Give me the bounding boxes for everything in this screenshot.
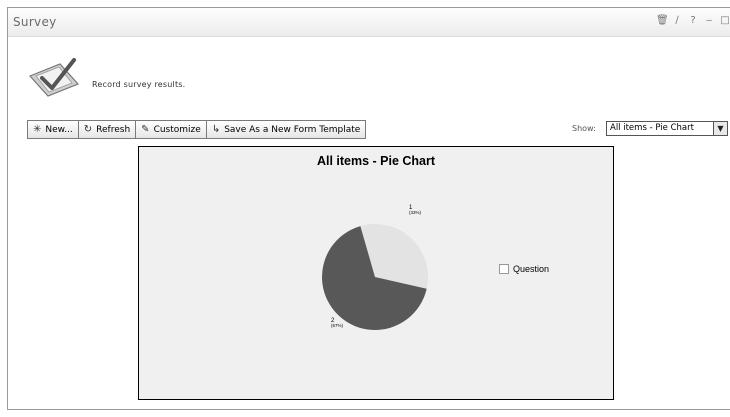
web-part-title: Survey	[13, 15, 57, 29]
delete-icon[interactable]: 🗑	[656, 15, 669, 26]
customize-button[interactable]: ✎ Customize	[136, 121, 207, 138]
chevron-down-icon[interactable]: ▼	[713, 122, 727, 135]
survey-web-part: Survey 🗑 ∕ ? ‒ □ Record survey results. …	[7, 7, 730, 410]
legend-swatch-question	[499, 264, 509, 274]
view-select-value: All items - Pie Chart	[610, 123, 694, 133]
save-template-button[interactable]: ↳ Save As a New Form Template	[206, 121, 366, 138]
title-bar-controls: 🗑 ∕ ? ‒ □	[656, 15, 730, 26]
web-part-title-bar: Survey 🗑 ∕ ? ‒ □	[8, 8, 730, 37]
legend-label-question: Question	[513, 264, 550, 274]
minimize-icon[interactable]: ‒	[704, 15, 714, 26]
edit-icon[interactable]: ∕	[672, 15, 682, 26]
save-template-icon: ↳	[211, 123, 221, 135]
list-toolbar: ✳ New... ↻ Refresh ✎ Customize ↳ Save As…	[27, 120, 367, 139]
survey-checkmark-icon	[26, 56, 84, 102]
pencil-icon: ✎	[141, 123, 150, 135]
new-button-label: New...	[45, 124, 73, 135]
intro-description: Record survey results.	[92, 80, 186, 89]
help-icon[interactable]: ?	[688, 15, 698, 26]
maximize-icon[interactable]: □	[720, 15, 730, 26]
pie-percent-2: (67%)	[331, 323, 344, 328]
refresh-button[interactable]: ↻ Refresh	[78, 121, 137, 138]
view-select[interactable]: All items - Pie Chart ▼	[606, 121, 728, 136]
pie-percent-1: (33%)	[409, 210, 422, 215]
refresh-icon: ↻	[83, 123, 93, 135]
new-star-icon: ✳	[33, 123, 42, 135]
new-button[interactable]: ✳ New...	[28, 121, 79, 138]
show-label: Show:	[572, 124, 596, 133]
pie-chart-panel: All items - Pie Chart 1 (33%) 2 (67%) Quest…	[138, 146, 614, 400]
save-template-button-label: Save As a New Form Template	[224, 124, 361, 135]
customize-button-label: Customize	[153, 124, 201, 135]
chart-legend: Question	[499, 264, 549, 274]
refresh-button-label: Refresh	[96, 124, 131, 135]
